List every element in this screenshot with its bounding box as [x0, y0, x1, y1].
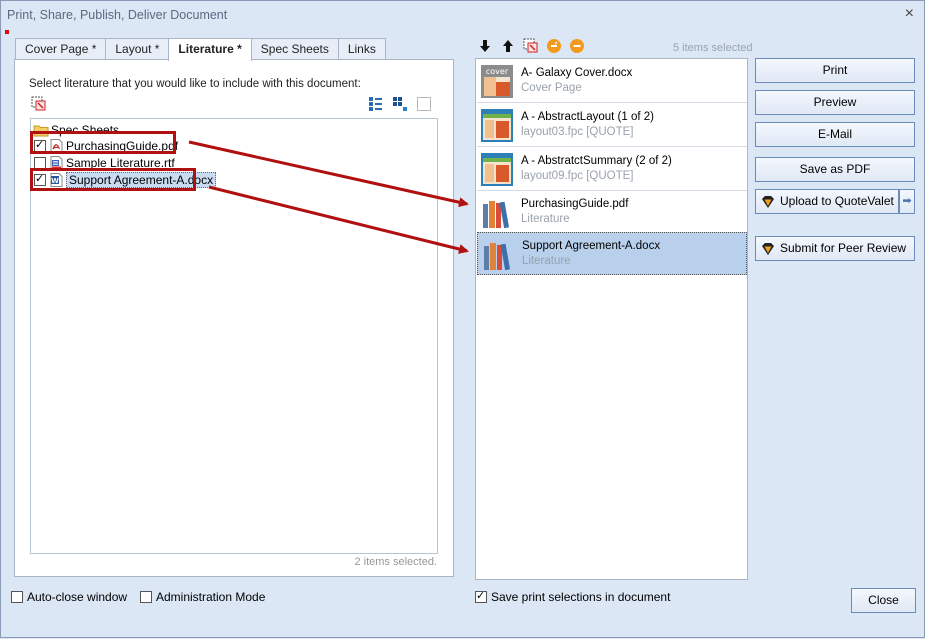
highlight-box-purchasing-guide — [30, 131, 176, 154]
tab-links[interactable]: Links — [337, 38, 386, 60]
auto-close-checkbox[interactable] — [11, 591, 23, 603]
tab-spec-sheets[interactable]: Spec Sheets — [250, 38, 339, 60]
list-item[interactable]: A - AbstratctSummary (2 of 2) layout09.f… — [477, 148, 747, 191]
item-name: PurchasingGuide.pdf — [521, 198, 629, 210]
close-icon[interactable]: × — [905, 5, 914, 23]
item-type: Literature — [521, 213, 570, 225]
tab-layout[interactable]: Layout * — [105, 38, 170, 60]
books-icon — [481, 196, 513, 229]
tab-cover-page[interactable]: Cover Page * — [15, 38, 107, 60]
auto-close-label: Auto-close window — [27, 590, 128, 604]
save-selections-checkbox[interactable] — [475, 589, 487, 603]
admin-mode-checkbox[interactable] — [140, 591, 152, 603]
dialog-window: Print, Share, Publish, Deliver Document … — [0, 0, 925, 638]
save-selections-option[interactable]: Save print selections in document — [475, 589, 671, 604]
item-type: Cover Page — [521, 82, 582, 94]
cover-thumbnail-icon: cover — [481, 65, 513, 98]
layout-thumbnail-icon — [481, 109, 513, 142]
window-title: Print, Share, Publish, Deliver Document — [7, 8, 228, 22]
expand-tree-icon[interactable] — [368, 96, 384, 112]
literature-status: 2 items selected. — [354, 556, 437, 568]
item-name: A- Galaxy Cover.docx — [521, 67, 633, 79]
peer-review-gem-icon — [760, 241, 776, 257]
tab-literature[interactable]: Literature * — [168, 38, 252, 61]
books-icon — [482, 238, 514, 271]
item-name: A - AbstractLayout (1 of 2) — [521, 111, 654, 123]
auto-close-option[interactable]: Auto-close window — [11, 590, 127, 604]
move-up-icon[interactable] — [500, 38, 516, 54]
list-item[interactable]: cover A- Galaxy Cover.docx Cover Page — [477, 60, 747, 103]
list-item[interactable]: A - AbstractLayout (1 of 2) layout03.fpc… — [477, 104, 747, 147]
select-items-icon[interactable] — [523, 38, 539, 54]
select-all-icon[interactable] — [392, 96, 408, 112]
remove-icon[interactable] — [569, 38, 585, 54]
close-button[interactable]: Close — [851, 588, 916, 613]
submit-peer-review-button[interactable]: Submit for Peer Review — [755, 236, 915, 261]
item-type: layout09.fpc [QUOTE] — [521, 170, 634, 182]
remove-selected-icon[interactable] — [546, 38, 562, 54]
print-button[interactable]: Print — [755, 58, 915, 83]
cover-thumb-label: cover — [486, 67, 509, 76]
list-item[interactable]: Support Agreement-A.docx Literature — [477, 232, 747, 275]
save-selections-label: Save print selections in document — [491, 590, 671, 604]
selection-toolbar — [477, 38, 592, 54]
quotevalet-gem-icon — [760, 194, 776, 210]
arrow-right-icon[interactable]: ➡ — [899, 189, 915, 214]
literature-instruction: Select literature that you would like to… — [29, 78, 361, 90]
red-marker — [5, 30, 9, 34]
item-name: A - AbstratctSummary (2 of 2) — [521, 155, 672, 167]
email-button[interactable]: E-Mail — [755, 122, 915, 147]
deselect-all-icon[interactable] — [416, 96, 432, 112]
highlight-box-support-agreement — [30, 168, 196, 191]
preview-button[interactable]: Preview — [755, 90, 915, 115]
upload-label: Upload to QuoteValet — [780, 194, 894, 208]
item-type: layout03.fpc [QUOTE] — [521, 126, 634, 138]
layout-thumbnail-icon — [481, 153, 513, 186]
selection-list: cover A- Galaxy Cover.docx Cover Page A … — [475, 58, 748, 580]
list-item[interactable]: PurchasingGuide.pdf Literature — [477, 191, 747, 234]
upload-quotevalet-button[interactable]: Upload to QuoteValet — [755, 189, 899, 214]
title-bar: Print, Share, Publish, Deliver Document … — [1, 1, 924, 29]
save-as-pdf-button[interactable]: Save as PDF — [755, 157, 915, 182]
tab-strip: Cover Page * Layout * Literature * Spec … — [15, 38, 386, 61]
selection-count: 5 items selected — [673, 42, 753, 54]
move-down-icon[interactable] — [477, 38, 493, 54]
admin-mode-label: Administration Mode — [156, 590, 266, 604]
item-type: Literature — [522, 255, 571, 267]
peer-review-label: Submit for Peer Review — [780, 241, 907, 255]
item-name: Support Agreement-A.docx — [522, 240, 661, 252]
select-literature-icon[interactable] — [31, 96, 47, 112]
admin-mode-option[interactable]: Administration Mode — [140, 590, 265, 604]
checkbox-sample-literature[interactable] — [34, 156, 46, 169]
